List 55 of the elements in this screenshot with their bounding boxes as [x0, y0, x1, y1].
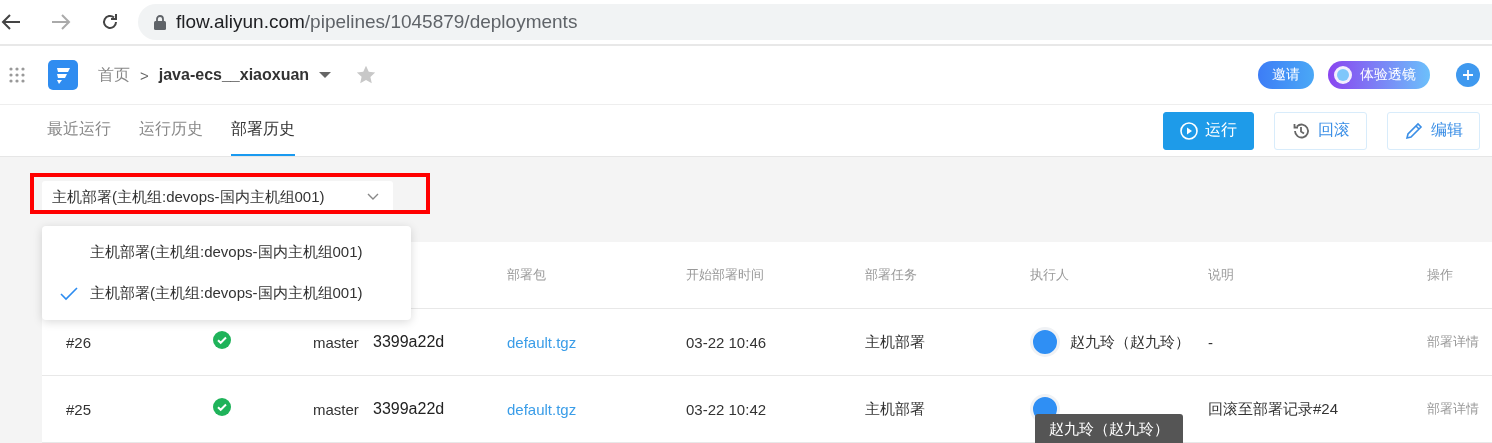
branch-name: master	[313, 400, 360, 418]
table-cell-text: 03-22 10:42	[686, 400, 768, 418]
table-cell-text: 主机部署	[865, 332, 926, 352]
forward-icon[interactable]	[50, 12, 72, 32]
tab[interactable]: 部署历史	[231, 105, 295, 156]
lens-button[interactable]: 体验透镜	[1328, 61, 1430, 89]
caret-icon[interactable]	[319, 71, 332, 79]
url-text: flow.aliyun.com/pipelines/1045879/deployments	[176, 11, 578, 33]
play-icon	[1180, 121, 1198, 140]
lens-icon	[1332, 64, 1354, 86]
stage-select[interactable]: 主机部署(主机组:devops-国内主机组001)	[42, 181, 393, 213]
run-button[interactable]: 运行	[1163, 111, 1254, 150]
plus-icon	[1462, 69, 1474, 81]
tab[interactable]: 运行历史	[139, 105, 203, 156]
lock-icon	[154, 14, 166, 30]
back-icon[interactable]	[0, 12, 22, 32]
breadcrumb-separator: >	[140, 66, 149, 84]
project-name[interactable]: java-ecs__xiaoxuan	[158, 66, 310, 84]
details-link[interactable]: 部署详情	[1427, 333, 1492, 351]
column-header: 执行人	[1030, 266, 1070, 284]
star-icon[interactable]	[355, 64, 378, 86]
branch-name: master	[313, 333, 360, 351]
add-button[interactable]	[1456, 63, 1480, 87]
column-header: 操作	[1427, 266, 1454, 284]
column-header: 部署任务	[865, 266, 918, 284]
dropdown-option[interactable]: 主机部署(主机组:devops-国内主机组001)	[42, 232, 411, 273]
column-header: 开始部署时间	[686, 266, 765, 284]
pencil-icon	[1404, 120, 1424, 141]
column-header: 部署包	[507, 266, 547, 284]
edit-button[interactable]: 编辑	[1387, 111, 1480, 150]
tooltip: 赵九玲（赵九玲）	[1035, 414, 1183, 443]
reload-icon[interactable]	[100, 12, 120, 32]
table-cell-text: 主机部署	[865, 399, 926, 419]
app-logo-icon[interactable]	[48, 60, 78, 90]
breadcrumb-home-link[interactable]: 首页	[98, 64, 130, 86]
apps-grid-icon[interactable]	[8, 66, 26, 84]
details-link[interactable]: 部署详情	[1427, 400, 1492, 418]
commit-hash: 3399a22d	[373, 333, 446, 351]
package-link[interactable]: default.tgz	[507, 400, 686, 418]
table-cell-text: 回滚至部署记录#24	[1208, 399, 1340, 419]
table-cell-text: -	[1208, 333, 1214, 351]
package-link[interactable]: default.tgz	[507, 333, 686, 351]
invite-button[interactable]: 邀请	[1258, 61, 1314, 89]
dropdown-option[interactable]: 主机部署(主机组:devops-国内主机组001)	[42, 273, 411, 314]
table-cell-text: 03-22 10:46	[686, 333, 768, 351]
table-cell-text: #26	[65, 333, 93, 351]
tab[interactable]: 最近运行	[47, 105, 111, 156]
table-cell-text: #25	[65, 400, 93, 418]
executor-name: 赵九玲（赵九玲）	[1070, 332, 1190, 352]
avatar-icon	[1030, 327, 1060, 357]
chevron-icon	[367, 193, 379, 201]
address-bar[interactable]: flow.aliyun.com/pipelines/1045879/deployments	[138, 4, 1492, 40]
rollback-button[interactable]: 回滚	[1274, 111, 1367, 150]
column-header: 说明	[1208, 266, 1235, 284]
commit-hash: 3399a22d	[373, 400, 446, 418]
